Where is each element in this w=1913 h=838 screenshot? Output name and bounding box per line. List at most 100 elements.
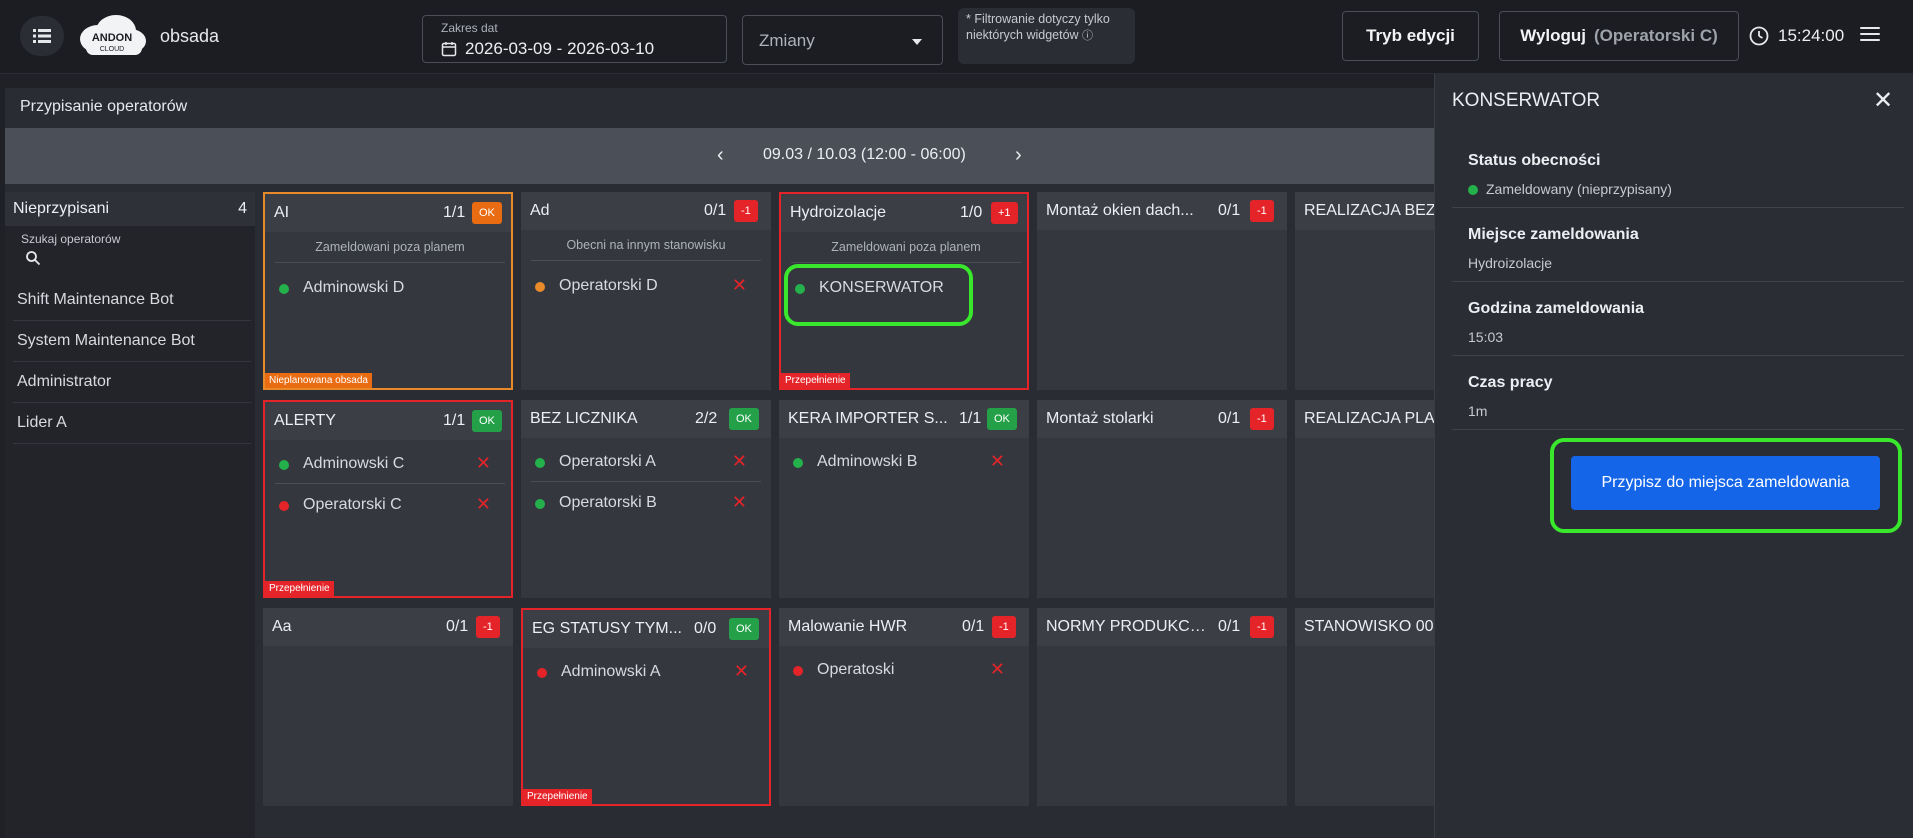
edit-mode-button[interactable]: Tryb edycji <box>1342 11 1479 61</box>
card-header: KERA IMPORTER S... 1/1 OK <box>779 400 1029 438</box>
detail-status: Status obecności Zameldowany (nieprzypis… <box>1452 134 1904 208</box>
remove-icon[interactable]: ✕ <box>732 275 747 296</box>
card-header: AI 1/1 OK <box>265 194 511 232</box>
status-badge: +1 <box>991 202 1018 224</box>
station-count: 1/1 <box>959 410 982 427</box>
status-dot <box>535 282 545 292</box>
period-navigator: ‹ 09.03 / 10.03 (12:00 - 06:00) › <box>5 128 1435 184</box>
operator-item[interactable]: Adminowski C ✕ <box>275 444 505 484</box>
operator-item[interactable]: Adminowski A ✕ <box>533 652 763 692</box>
logout-button[interactable]: Wyloguj (Operatorski C) <box>1499 11 1739 61</box>
remove-icon[interactable]: ✕ <box>476 494 491 515</box>
station-card[interactable]: AI 1/1 OK Zameldowani poza planem Admino… <box>263 192 513 390</box>
operator-item[interactable]: Operatorski C ✕ <box>275 485 505 525</box>
remove-icon[interactable]: ✕ <box>990 659 1005 680</box>
list-item[interactable]: System Maintenance Bot <box>13 321 251 362</box>
list-item[interactable]: Lider A <box>13 403 251 444</box>
card-subtitle: Zameldowani poza planem <box>791 240 1021 263</box>
status-badge: OK <box>472 202 502 224</box>
detail-work-time: Czas pracy 1m <box>1452 356 1904 430</box>
remove-icon[interactable]: ✕ <box>476 453 491 474</box>
calendar-icon <box>441 42 457 57</box>
detail-value: Zameldowany (nieprzypisany) <box>1468 181 1672 197</box>
station-card[interactable]: REALIZACJA PLA <box>1295 400 1435 598</box>
card-header: BEZ LICZNIKA 2/2 OK <box>521 400 771 438</box>
main-menu-button[interactable] <box>1860 27 1880 43</box>
help-icon: ⓘ <box>1082 30 1094 42</box>
operator-name: Operatorski B <box>559 494 657 511</box>
list-item[interactable]: Shift Maintenance Bot <box>13 280 251 321</box>
station-card[interactable]: Montaż okien dach... 0/1 -1 <box>1037 192 1287 390</box>
remove-icon[interactable]: ✕ <box>732 492 747 513</box>
sidebar-toggle-button[interactable] <box>20 16 64 56</box>
station-card[interactable]: EG STATUSY TYM... 0/0 OK Adminowski A ✕ … <box>521 608 771 806</box>
date-range-label: Zakres dat <box>441 21 498 35</box>
detail-label: Miejsce zameldowania <box>1468 226 1639 243</box>
unassigned-title: Nieprzypisani <box>13 200 110 217</box>
card-header: Montaż stolarki 0/1 -1 <box>1037 400 1287 438</box>
station-card[interactable]: Aa 0/1 -1 <box>263 608 513 806</box>
chevron-down-icon <box>912 39 922 45</box>
station-title: AI <box>274 204 290 221</box>
list-icon <box>33 29 51 43</box>
station-title: NORMY PRODUKCY... <box>1046 618 1206 635</box>
station-title: EG STATUSY TYM... <box>532 620 682 637</box>
date-range-value: 2026-03-09 - 2026-03-10 <box>465 39 655 58</box>
operator-item[interactable]: Adminowski B ✕ <box>789 442 1019 482</box>
card-header: REALIZACJA BEZ <box>1295 192 1436 230</box>
operator-item[interactable]: Operatorski D ✕ <box>531 266 761 306</box>
station-card[interactable]: REALIZACJA BEZ <box>1295 192 1436 390</box>
shift-select[interactable]: Zmiany <box>742 15 943 65</box>
operator-item[interactable]: Operatorski A ✕ <box>531 442 761 482</box>
hamburger-line <box>1860 27 1880 29</box>
detail-location: Miejsce zameldowania Hydroizolacje <box>1452 208 1904 282</box>
card-tag: Przepełnienie <box>265 581 334 596</box>
status-badge: -1 <box>1250 200 1274 222</box>
station-title: BEZ LICZNIKA <box>530 410 638 427</box>
operator-name: Adminowski C <box>303 455 405 472</box>
station-card[interactable]: STANOWISKO 00 <box>1295 608 1435 806</box>
station-count: 0/1 <box>1218 410 1241 427</box>
highlight-outline <box>784 264 973 326</box>
station-card[interactable]: KERA IMPORTER S... 1/1 OK Adminowski B ✕ <box>779 400 1029 598</box>
operator-item[interactable]: Operatorski B ✕ <box>531 483 761 523</box>
search-icon[interactable] <box>25 250 41 266</box>
date-range-picker[interactable]: Zakres dat 2026-03-09 - 2026-03-10 <box>422 15 727 63</box>
hamburger-line <box>1860 33 1880 35</box>
status-dot <box>535 458 545 468</box>
unassigned-header: Nieprzypisani 4 <box>5 192 255 226</box>
detail-value-text: Zameldowany (nieprzypisany) <box>1486 181 1672 197</box>
station-count: 0/1 <box>1218 202 1241 219</box>
station-card[interactable]: Ad 0/1 -1 Obecni na innym stanowisku Ope… <box>521 192 771 390</box>
remove-icon[interactable]: ✕ <box>734 661 749 682</box>
status-badge: OK <box>729 618 759 640</box>
filter-note: * Filtrowanie dotyczy tylko niektórych w… <box>958 8 1135 64</box>
operator-item[interactable]: Operatoski ✕ <box>789 650 1019 690</box>
station-card[interactable]: BEZ LICZNIKA 2/2 OK Operatorski A ✕ Oper… <box>521 400 771 598</box>
status-dot <box>279 460 289 470</box>
station-card[interactable]: NORMY PRODUKCY... 0/1 -1 <box>1037 608 1287 806</box>
card-header: REALIZACJA PLA <box>1295 400 1435 438</box>
detail-checkin-time: Godzina zameldowania 15:03 <box>1452 282 1904 356</box>
remove-icon[interactable]: ✕ <box>732 451 747 472</box>
chevron-left-icon[interactable]: ‹ <box>717 144 724 167</box>
operator-item[interactable]: Adminowski D <box>275 268 505 308</box>
card-header: ALERTY 1/1 OK <box>265 402 511 440</box>
station-title: Ad <box>530 202 550 219</box>
hamburger-line <box>1860 39 1880 41</box>
station-card[interactable]: Montaż stolarki 0/1 -1 <box>1037 400 1287 598</box>
chevron-right-icon[interactable]: › <box>1015 144 1022 167</box>
logout-label: Wyloguj <box>1520 26 1587 45</box>
top-bar: ANDON CLOUD obsada Zakres dat 2026-03-09… <box>0 0 1913 74</box>
station-count: 1/1 <box>443 204 466 221</box>
close-icon[interactable]: ✕ <box>1873 86 1893 115</box>
list-item[interactable]: Administrator <box>13 362 251 403</box>
unassigned-count: 4 <box>238 200 247 217</box>
card-tag: Przepełnienie <box>523 789 592 804</box>
station-title: Malowanie HWR <box>788 618 908 635</box>
station-card[interactable]: Malowanie HWR 0/1 -1 Operatoski ✕ <box>779 608 1029 806</box>
station-card[interactable]: ALERTY 1/1 OK Adminowski C ✕ Operatorski… <box>263 400 513 598</box>
remove-icon[interactable]: ✕ <box>990 451 1005 472</box>
card-header: Aa 0/1 -1 <box>263 608 513 646</box>
status-badge: OK <box>729 408 759 430</box>
